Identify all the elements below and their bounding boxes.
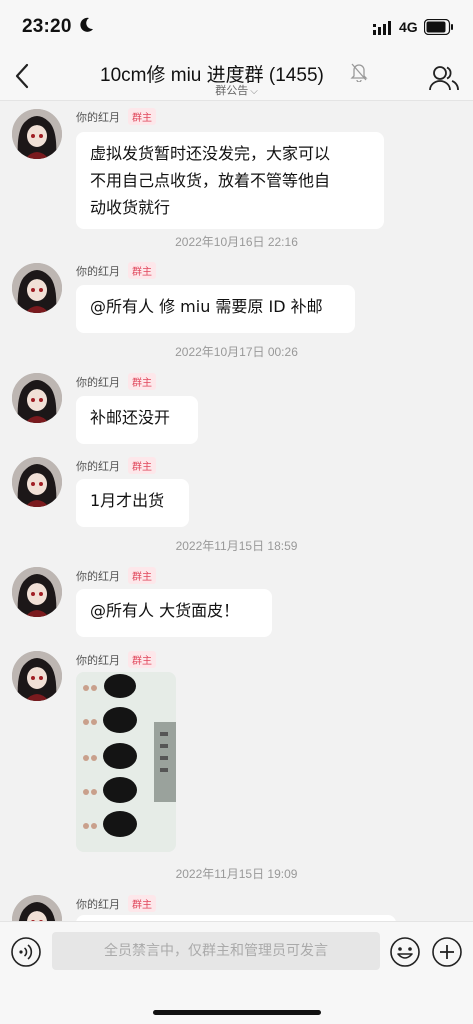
signal-icon [373, 21, 391, 35]
timestamp: 2022年11月15日 18:59 [175, 539, 298, 553]
message-line: 虚拟发货暂时还没发完，大家可以 [90, 144, 331, 163]
status-time: 23:20 [22, 16, 72, 37]
sender-avatar[interactable] [12, 373, 62, 423]
owner-badge: 群主 [128, 567, 156, 584]
sender-avatar[interactable] [12, 263, 62, 313]
timestamp: 2022年11月15日 19:09 [175, 867, 298, 881]
owner-badge: 群主 [128, 895, 156, 912]
input-bar: 全员禁言中，仅群主和管理员可发言 [0, 921, 473, 1024]
status-bar: 23:20 4G [0, 0, 473, 56]
avatar-image [12, 651, 62, 701]
chat-header: 10cm修 miu 进度群 (1455) 群公告 ⌵ [0, 56, 473, 101]
message-line: 不用自己点收货，放着不管等他自 [90, 171, 331, 190]
message-text: @所有人 修 miu 需要原 ID 补邮 [90, 297, 323, 316]
avatar-image [12, 109, 62, 159]
battery-icon [424, 19, 453, 35]
message-bubble[interactable]: 虚拟发货暂时还没发完，大家可以 不用自己点收货，放着不管等他自 动收货就行 [76, 132, 384, 229]
chevron-down-icon: ⌵ [250, 86, 258, 97]
sender-avatar[interactable] [12, 109, 62, 159]
voice-icon[interactable] [10, 936, 42, 968]
sender-name: 你的红月 [76, 654, 120, 667]
sender-avatar[interactable] [12, 457, 62, 507]
group-notice-link[interactable]: 群公告 ⌵ [0, 82, 473, 98]
doll-faceplates-photo [76, 672, 176, 852]
message-text: 补邮还没开 [90, 408, 171, 427]
avatar-image [12, 457, 62, 507]
message-bubble[interactable]: 1月才出货 [76, 479, 189, 527]
image-message[interactable] [76, 672, 176, 852]
timestamp: 2022年10月16日 22:16 [175, 235, 298, 249]
group-notice-label: 群公告 [215, 84, 249, 97]
avatar-image [12, 567, 62, 617]
timestamp: 2022年10月17日 00:26 [175, 345, 298, 359]
sender-name: 你的红月 [76, 570, 120, 583]
message-line: 动收货就行 [90, 198, 171, 217]
sender-name: 你的红月 [76, 460, 120, 473]
sender-name: 你的红月 [76, 265, 120, 278]
owner-badge: 群主 [128, 457, 156, 474]
sender-name: 你的红月 [76, 111, 120, 124]
owner-badge: 群主 [128, 651, 156, 668]
sender-name: 你的红月 [76, 898, 120, 911]
avatar-image [12, 373, 62, 423]
message-text: 1月才出货 [90, 491, 165, 510]
emoji-icon[interactable] [389, 936, 421, 968]
moon-icon [80, 17, 93, 32]
message-bubble[interactable]: @所有人 大货面皮！ [76, 589, 272, 637]
owner-badge: 群主 [128, 108, 156, 125]
network-type: 4G [399, 19, 418, 35]
group-members-icon[interactable] [429, 64, 459, 92]
sender-avatar[interactable] [12, 651, 62, 701]
message-bubble[interactable]: @所有人 修 miu 需要原 ID 补邮 [76, 285, 355, 333]
home-indicator[interactable] [153, 1010, 321, 1015]
plus-icon[interactable] [431, 936, 463, 968]
message-input-disabled: 全员禁言中，仅群主和管理员可发言 [52, 932, 380, 970]
mute-bell-icon [350, 63, 368, 82]
sender-avatar[interactable] [12, 567, 62, 617]
owner-badge: 群主 [128, 373, 156, 390]
message-bubble[interactable]: 补邮还没开 [76, 396, 198, 444]
avatar-image [12, 263, 62, 313]
sender-name: 你的红月 [76, 376, 120, 389]
message-text: @所有人 大货面皮！ [90, 601, 240, 620]
owner-badge: 群主 [128, 262, 156, 279]
